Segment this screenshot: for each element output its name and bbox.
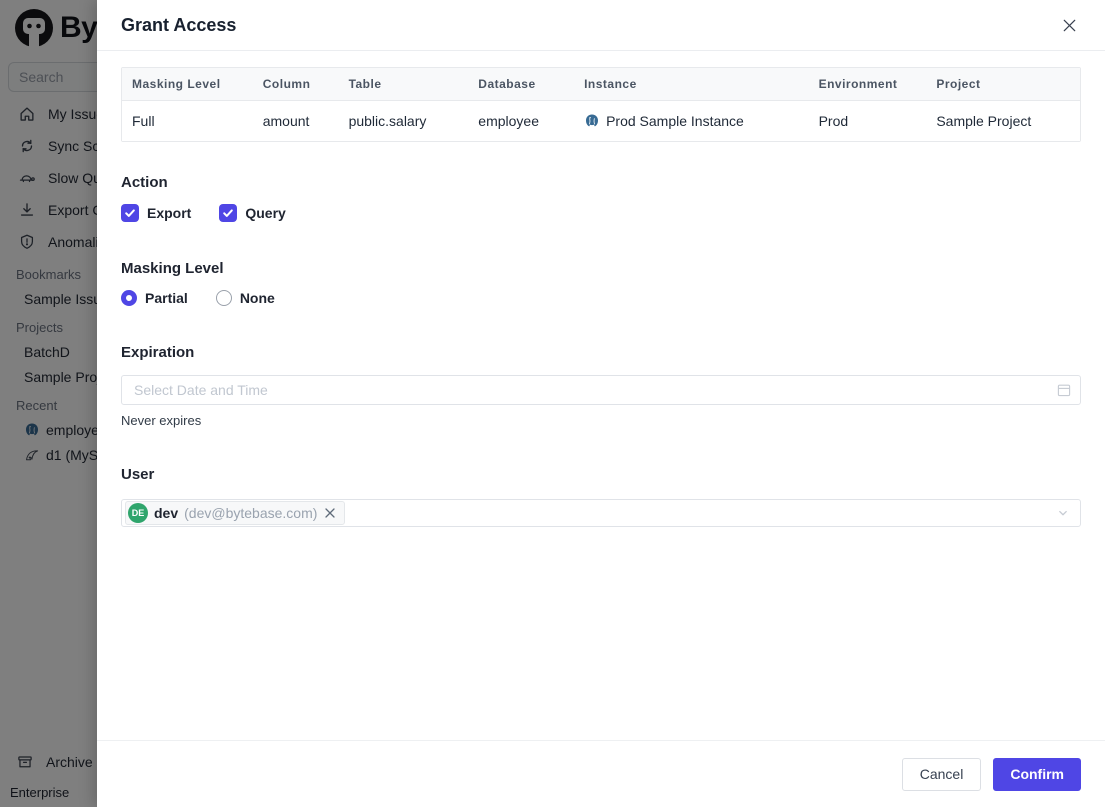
calendar-icon[interactable] <box>1056 382 1072 398</box>
query-checkbox-label: Query <box>245 205 286 221</box>
cell-environment: Prod <box>818 113 849 129</box>
instance-name: Prod Sample Instance <box>606 113 744 129</box>
confirm-button[interactable]: Confirm <box>993 757 1081 791</box>
user-email: (dev@bytebase.com) <box>184 505 318 521</box>
table-row: Full amount public.salary employee Prod … <box>122 101 1080 141</box>
cell-instance: Prod Sample Instance <box>574 113 809 129</box>
table-header-row: Masking Level Column Table Database Inst… <box>122 68 1080 101</box>
col-header: Column <box>262 77 311 91</box>
modal-backdrop[interactable] <box>0 0 97 807</box>
cancel-button[interactable]: Cancel <box>901 757 982 791</box>
cell-table: public.salary <box>348 113 427 129</box>
modal-body: Masking Level Column Table Database Inst… <box>97 51 1105 527</box>
modal-footer: Cancel Confirm <box>97 740 1105 807</box>
col-header: Environment <box>818 77 898 91</box>
action-options: Export Query <box>121 204 1081 222</box>
user-tag: DE dev (dev@bytebase.com) <box>125 501 346 525</box>
close-icon[interactable] <box>1057 13 1081 37</box>
masking-level-options: Partial None <box>121 290 1081 306</box>
user-section-label: User <box>121 466 155 483</box>
action-section-label: Action <box>121 174 168 191</box>
query-checkbox-option[interactable]: Query <box>219 204 286 222</box>
col-header: Instance <box>584 77 637 91</box>
none-radio-label: None <box>239 290 275 306</box>
expiration-section-label: Expiration <box>121 344 195 361</box>
masking-level-section-label: Masking Level <box>121 260 224 277</box>
col-header: Project <box>936 77 981 91</box>
export-checkbox-option[interactable]: Export <box>121 204 191 222</box>
app-screen: Bytebase My Issues Sync Schema Slow Quer… <box>0 0 1105 807</box>
export-checkbox-label: Export <box>147 205 192 221</box>
chevron-down-icon <box>1059 510 1067 516</box>
cell-project: Sample Project <box>936 113 1032 129</box>
partial-radio-option[interactable]: Partial <box>121 290 188 306</box>
cell-database: employee <box>478 113 539 129</box>
cell-column: amount <box>262 113 310 129</box>
partial-radio-label: Partial <box>145 290 188 306</box>
col-header: Masking Level <box>132 77 221 91</box>
remove-user-icon[interactable] <box>323 506 337 520</box>
none-radio-option[interactable]: None <box>215 290 275 306</box>
checkbox-checked-icon[interactable] <box>121 204 139 222</box>
postgresql-icon <box>586 114 599 127</box>
radio-unselected-icon[interactable] <box>215 290 232 306</box>
grant-target-table: Masking Level Column Table Database Inst… <box>121 67 1081 142</box>
radio-selected-icon[interactable] <box>121 290 137 306</box>
col-header: Database <box>478 77 536 91</box>
modal-title: Grant Access <box>121 14 237 35</box>
avatar: DE <box>128 503 148 523</box>
user-name: dev <box>154 505 179 521</box>
cell-masking-level: Full <box>132 113 155 129</box>
modal-header: Grant Access <box>97 0 1105 51</box>
expiration-input-wrap <box>121 375 1081 405</box>
checkbox-checked-icon[interactable] <box>219 204 238 222</box>
expiration-hint: Never expires <box>121 413 202 428</box>
user-select[interactable]: DE dev (dev@bytebase.com) <box>121 499 1081 527</box>
expiration-date-input[interactable] <box>121 375 1081 405</box>
col-header: Table <box>348 77 382 91</box>
grant-access-modal: Grant Access Masking Level Column Table … <box>97 0 1105 807</box>
